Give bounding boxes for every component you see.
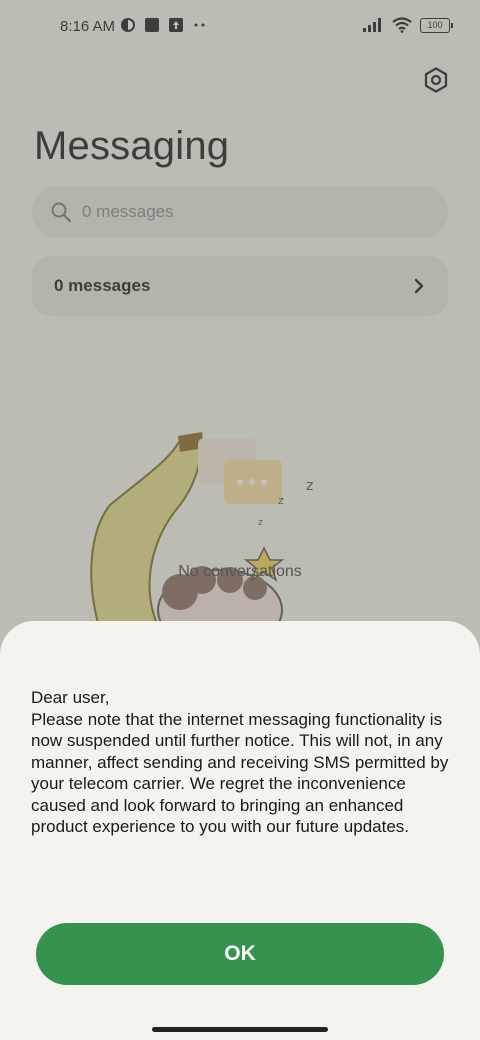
ok-button[interactable]: OK <box>36 923 444 985</box>
home-indicator[interactable] <box>152 1027 328 1032</box>
messaging-screen: 8:16 AM 100 Messaging 0 messages 0 messa… <box>0 0 480 1040</box>
notice-message: Dear user, Please note that the internet… <box>31 688 449 836</box>
notice-bottom-sheet: Dear user, Please note that the internet… <box>0 621 480 1040</box>
